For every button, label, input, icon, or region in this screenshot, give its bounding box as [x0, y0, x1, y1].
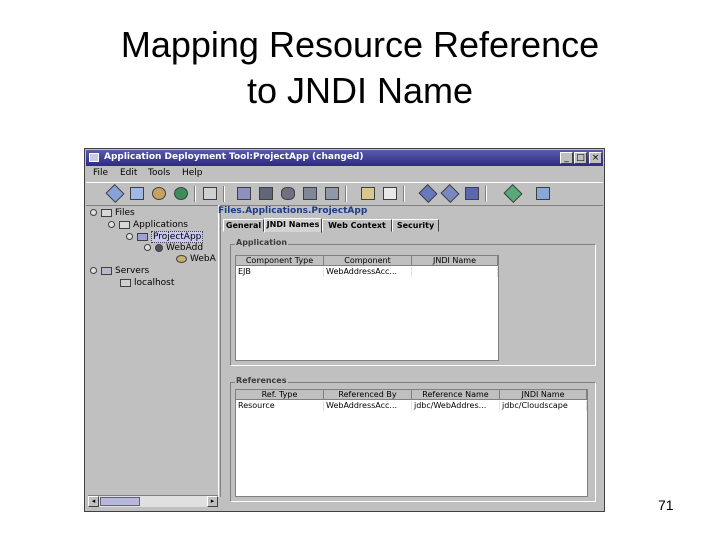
- properties-icon[interactable]: [534, 185, 552, 202]
- expand-toggle-icon[interactable]: [144, 244, 151, 251]
- navigation-tree: Files Applications ProjectApp WebAdd Web…: [88, 206, 218, 494]
- open-file-icon[interactable]: [359, 185, 377, 202]
- column-header-jndi-name[interactable]: JNDI Name: [500, 390, 587, 400]
- host-icon: [120, 278, 131, 287]
- folder-icon: [119, 220, 130, 229]
- references-group-title: References: [235, 376, 288, 385]
- window-title: Application Deployment Tool:ProjectApp (…: [104, 152, 364, 162]
- application-jndi-table: Component Type Component JNDI Name EJB W…: [235, 255, 499, 361]
- verify-icon[interactable]: [418, 183, 438, 204]
- app-window-icon: [89, 153, 99, 162]
- scrollbar-thumb[interactable]: [100, 497, 140, 506]
- security-icon[interactable]: [503, 183, 523, 204]
- tree-node-projectapp[interactable]: ProjectApp: [126, 231, 204, 243]
- column-header-component[interactable]: Component: [324, 256, 412, 266]
- folder-icon: [101, 208, 112, 217]
- close-button[interactable]: ×: [589, 152, 602, 164]
- new-bean-icon[interactable]: [150, 185, 168, 202]
- slide-title: Mapping Resource Reference to JNDI Name: [0, 22, 720, 114]
- minimize-button[interactable]: _: [560, 152, 573, 164]
- deploy-icon[interactable]: [301, 185, 319, 202]
- new-application-icon[interactable]: [105, 183, 125, 204]
- toolbar: [86, 182, 603, 206]
- web-component-icon[interactable]: [440, 183, 460, 204]
- slide-page-number: 71: [658, 497, 674, 513]
- column-header-referenced-by[interactable]: Referenced By: [324, 390, 412, 400]
- table-header: Ref. Type Referenced By Reference Name J…: [236, 390, 587, 400]
- maximize-button[interactable]: □: [574, 152, 587, 164]
- application-group-title: Application: [235, 238, 289, 247]
- table-header: Component Type Component JNDI Name: [236, 256, 498, 266]
- column-header-reference-name[interactable]: Reference Name: [412, 390, 500, 400]
- tree-node-servers[interactable]: Servers: [90, 266, 149, 277]
- column-header-ref-type[interactable]: Ref. Type: [236, 390, 324, 400]
- expand-toggle-icon[interactable]: [90, 209, 97, 216]
- slide-title-line-1: Mapping Resource Reference: [120, 24, 600, 65]
- globe-icon[interactable]: [172, 185, 190, 202]
- save-icon[interactable]: [381, 185, 399, 202]
- tab-general[interactable]: General: [223, 219, 264, 232]
- tree-node-weba[interactable]: WebA: [176, 254, 216, 265]
- table-row[interactable]: Resource WebAddressAcc... jdbc/WebAddres…: [236, 401, 587, 411]
- tree-node-files[interactable]: Files: [90, 208, 135, 219]
- references-group: References Ref. Type Referenced By Refer…: [230, 376, 596, 502]
- tab-security[interactable]: Security: [392, 219, 439, 232]
- open-application-icon[interactable]: [128, 185, 146, 202]
- menu-file[interactable]: File: [93, 168, 108, 178]
- column-header-jndi-name[interactable]: JNDI Name: [412, 256, 498, 266]
- expand-toggle-icon[interactable]: [108, 221, 115, 228]
- application-group: Application Component Type Component JND…: [230, 238, 596, 366]
- server-icon: [101, 266, 112, 275]
- server-icon[interactable]: [257, 185, 275, 202]
- ejb-wizard-icon[interactable]: [235, 185, 253, 202]
- ejb-jar-icon: [155, 243, 163, 252]
- tree-node-applications[interactable]: Applications: [108, 220, 188, 231]
- deploy-wizard-icon[interactable]: [201, 185, 219, 202]
- references-table: Ref. Type Referenced By Reference Name J…: [235, 389, 588, 497]
- menu-tools[interactable]: Tools: [148, 168, 170, 178]
- tab-jndi-names[interactable]: JNDI Names: [264, 218, 322, 233]
- application-icon: [137, 232, 148, 241]
- tree-node-webadd[interactable]: WebAdd: [144, 243, 203, 254]
- slide-title-line-2: to JNDI Name: [246, 70, 474, 111]
- menu-help[interactable]: Help: [182, 168, 203, 178]
- tab-web-context[interactable]: Web Context: [322, 219, 392, 232]
- scroll-right-icon[interactable]: ▸: [207, 496, 218, 507]
- menu-edit[interactable]: Edit: [120, 168, 137, 178]
- column-header-component-type[interactable]: Component Type: [236, 256, 324, 266]
- tree-node-localhost[interactable]: localhost: [120, 278, 174, 289]
- expand-toggle-icon[interactable]: [126, 233, 133, 240]
- selected-item-path: Files.Applications.ProjectApp: [218, 206, 368, 216]
- jndi-name-input[interactable]: jdbc/Cloudscape: [500, 401, 587, 411]
- expand-toggle-icon[interactable]: [90, 267, 97, 274]
- deploytool-window: Application Deployment Tool:ProjectApp (…: [84, 148, 605, 512]
- undeploy-icon[interactable]: [323, 185, 341, 202]
- database-icon[interactable]: [279, 185, 297, 202]
- jndi-name-input[interactable]: [412, 267, 498, 277]
- scroll-left-icon[interactable]: ◂: [88, 496, 99, 507]
- split-pane-divider[interactable]: [218, 205, 221, 497]
- table-row[interactable]: EJB WebAddressAcc...: [236, 267, 498, 277]
- menu-bar: File Edit Tools Help: [86, 167, 603, 181]
- client-icon[interactable]: [463, 185, 481, 202]
- bean-icon: [176, 254, 187, 263]
- window-titlebar[interactable]: Application Deployment Tool:ProjectApp (…: [86, 150, 603, 166]
- tree-horizontal-scrollbar[interactable]: ◂ ▸: [88, 495, 218, 507]
